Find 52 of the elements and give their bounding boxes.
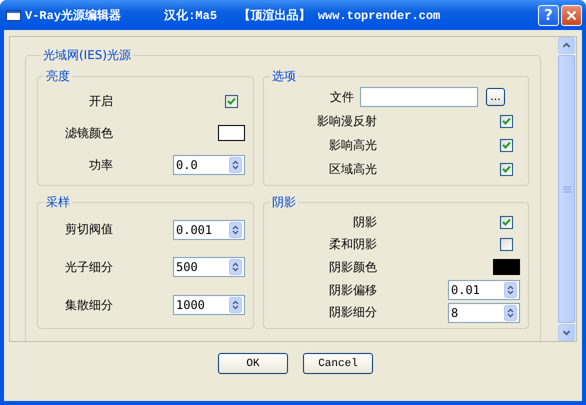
checkbox[interactable] (500, 114, 513, 128)
spinner-field[interactable]: 0.01 (448, 280, 520, 300)
spin-arrows-icon[interactable] (229, 297, 242, 314)
dialog-button[interactable]: OK (218, 353, 288, 374)
close-icon (566, 10, 577, 20)
field-label: 功率 (88, 156, 113, 174)
dialog-button[interactable]: Cancel (303, 353, 373, 374)
group-title: 阴影 (271, 194, 297, 211)
spin-arrows-icon[interactable] (229, 157, 242, 173)
spin-arrows-icon[interactable] (504, 304, 517, 321)
spinner-field[interactable]: 8 (448, 302, 520, 323)
checkbox[interactable] (500, 216, 513, 229)
field-label: 文件 (329, 88, 354, 106)
field-label: 阴影偏移 (328, 282, 377, 299)
close-button[interactable] (561, 4, 582, 26)
color-swatch[interactable] (218, 125, 245, 141)
spin-arrows-icon[interactable] (504, 282, 517, 298)
field-label: 滤镜颜色 (64, 124, 113, 142)
file-path-field[interactable] (360, 87, 478, 107)
spinner-field[interactable]: 1000 (173, 295, 245, 316)
browse-button[interactable]: ... (486, 88, 505, 106)
field-label: 影响高光 (328, 136, 377, 154)
checkbox[interactable] (500, 162, 513, 176)
field-label: 柔和阴影 (328, 236, 377, 254)
scroll-up-button[interactable] (558, 37, 575, 54)
grip-icon (562, 186, 570, 192)
window-icon (6, 10, 21, 20)
color-swatch[interactable] (493, 259, 520, 276)
spinner-field[interactable]: 0.0 (173, 155, 245, 175)
spinner-field[interactable]: 0.001 (173, 220, 245, 240)
field-label: 阴影颜色 (328, 258, 377, 276)
scroll-down-button[interactable] (558, 324, 575, 341)
window-title: V-Ray光源编辑器 汉化:Ma5 【顶渲出品】 www.toprender.com (25, 8, 440, 24)
field-label: 影响漫反射 (316, 112, 377, 130)
group-title: 亮度 (45, 68, 71, 85)
checkbox[interactable] (500, 138, 513, 152)
group-title: 光域网(IES)光源 (42, 47, 132, 64)
checkbox[interactable] (225, 94, 238, 108)
group-title: 选项 (271, 68, 297, 85)
field-label: 开启 (88, 92, 113, 110)
field-label: 剪切阀值 (64, 221, 113, 238)
group-title: 采样 (45, 194, 71, 211)
field-label: 区域高光 (328, 160, 377, 178)
checkbox[interactable] (500, 238, 513, 252)
help-button[interactable]: ? (538, 4, 559, 26)
field-label: 阴影 (352, 214, 377, 231)
field-label: 光子细分 (64, 258, 113, 276)
field-label: 集散细分 (64, 296, 113, 314)
spin-arrows-icon[interactable] (229, 259, 242, 276)
spin-arrows-icon[interactable] (229, 222, 242, 238)
spinner-field[interactable]: 500 (173, 257, 245, 278)
field-label: 阴影细分 (328, 304, 377, 322)
